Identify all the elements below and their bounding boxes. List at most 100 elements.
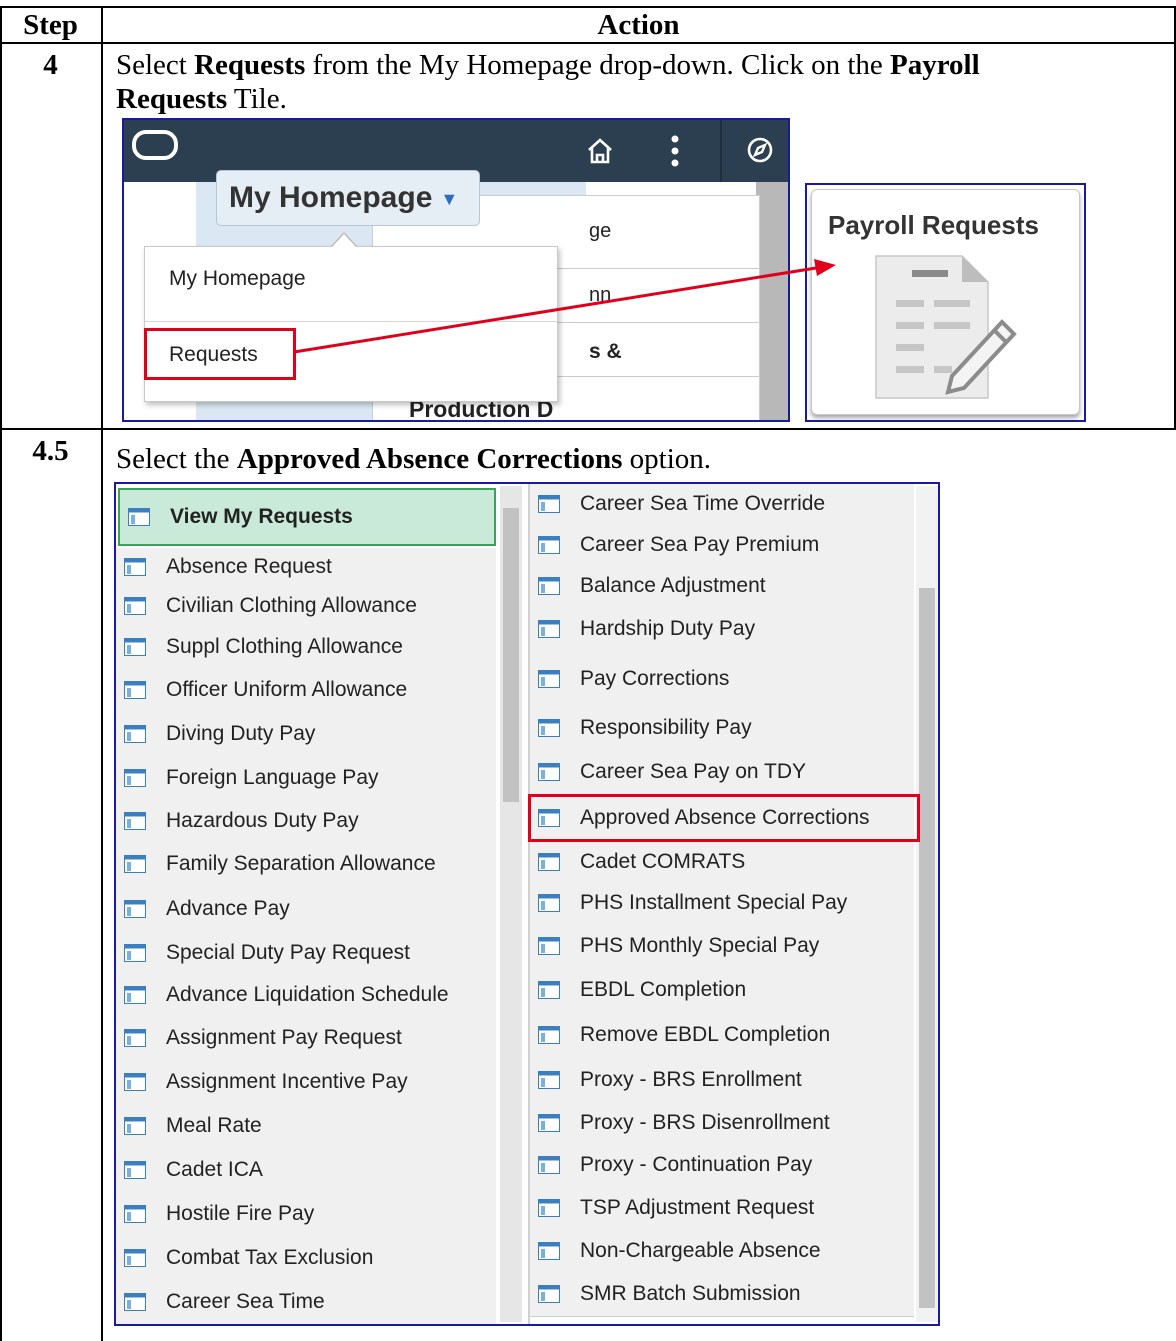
list-item-label: Hardship Duty Pay (580, 617, 756, 640)
list-item[interactable]: Proxy - Continuation Pay (530, 1144, 914, 1187)
page-icon (538, 1114, 560, 1132)
list-item[interactable]: Advance Pay (116, 886, 496, 932)
list-item[interactable]: Non-Chargeable Absence (530, 1230, 914, 1273)
list-item[interactable]: Family Separation Allowance (116, 842, 496, 887)
list-item-label: Cadet ICA (166, 1158, 263, 1181)
list-item-label: PHS Installment Special Pay (580, 891, 848, 914)
left-scrollbar[interactable] (500, 486, 522, 1322)
left-list: View My Requests Absence Request Civilian … (116, 484, 526, 1324)
page-icon (124, 725, 146, 743)
page-icon (538, 577, 560, 595)
page-icon (538, 1199, 560, 1217)
list-item[interactable]: Absence Request (116, 548, 496, 587)
list-item-label: Proxy - Continuation Pay (580, 1153, 813, 1176)
page-icon (124, 1161, 146, 1179)
list-item-label: Career Sea Time Override (580, 492, 826, 515)
list-item[interactable]: SMR Batch Submission (530, 1272, 914, 1317)
list-item-label: Remove EBDL Completion (580, 1023, 831, 1046)
list-item-label: EBDL Completion (580, 978, 747, 1001)
page-icon (538, 670, 560, 688)
list-item[interactable]: Cadet COMRATS (530, 842, 914, 883)
list-item-label: Responsibility Pay (580, 716, 752, 739)
list-item-label: Assignment Pay Request (166, 1026, 402, 1049)
list-item[interactable]: Special Duty Pay Request (116, 931, 496, 975)
list-item-label: Cadet COMRATS (580, 850, 746, 873)
list-item-label: Career Sea Pay Premium (580, 533, 820, 556)
list-item[interactable]: Remove EBDL Completion (530, 1012, 914, 1059)
list-item-label: Advance Liquidation Schedule (166, 983, 449, 1006)
page-icon (124, 900, 146, 918)
right-scrollbar[interactable] (916, 486, 938, 1322)
list-item-label: Diving Duty Pay (166, 722, 316, 745)
list-item-selected[interactable]: View My Requests (118, 488, 496, 546)
page-icon (538, 1071, 560, 1089)
list-item[interactable]: Officer Uniform Allowance (116, 668, 496, 713)
page-icon (538, 536, 560, 554)
list-item[interactable]: Responsibility Pay (530, 706, 914, 751)
page-icon (124, 1073, 146, 1091)
list-item-label: Special Duty Pay Request (166, 941, 410, 964)
list-item[interactable]: Career Sea Pay Premium (530, 524, 914, 567)
list-item[interactable]: Career Sea Time (116, 1280, 496, 1324)
page-icon (124, 1249, 146, 1267)
page-icon (124, 1029, 146, 1047)
left-scrollbar-thumb[interactable] (503, 508, 519, 802)
list-item-label: Balance Adjustment (580, 574, 766, 597)
right-list: Career Sea Time Override Career Sea Pay P… (530, 484, 938, 1324)
list-item[interactable]: Assignment Incentive Pay (116, 1060, 496, 1105)
page-icon (538, 981, 560, 999)
list-item[interactable]: Hostile Fire Pay (116, 1191, 496, 1237)
list-item[interactable]: Hazardous Duty Pay (116, 799, 496, 843)
list-item-label: Career Sea Time (166, 1290, 325, 1313)
page-icon (124, 638, 146, 656)
list-item[interactable]: EBDL Completion (530, 968, 914, 1013)
list-item-label: TSP Adjustment Request (580, 1196, 815, 1219)
list-item[interactable]: PHS Installment Special Pay (530, 882, 914, 925)
page-icon (124, 855, 146, 873)
list-item[interactable]: Proxy - BRS Disenrollment (530, 1102, 914, 1145)
instruction-table: Step Action 4 Select Requests from the M… (0, 0, 1176, 1341)
page-icon (124, 769, 146, 787)
list-item[interactable]: Diving Duty Pay (116, 712, 496, 757)
list-item[interactable]: PHS Monthly Special Pay (530, 924, 914, 969)
list-item[interactable]: Pay Corrections (530, 652, 914, 707)
list-item[interactable]: Suppl Clothing Allowance (116, 625, 496, 669)
payroll-requests-list-screenshot: View My Requests Absence Request Civilian … (114, 482, 940, 1326)
list-item[interactable]: Civilian Clothing Allowance (116, 586, 496, 626)
page-icon (538, 1156, 560, 1174)
list-item-label: Pay Corrections (580, 667, 730, 690)
list-item-label: Officer Uniform Allowance (166, 678, 408, 701)
page-icon (124, 812, 146, 830)
list-item-label: Proxy - BRS Enrollment (580, 1068, 802, 1091)
list-item[interactable]: Assignment Pay Request (116, 1016, 496, 1061)
list-item-label: Assignment Incentive Pay (166, 1070, 408, 1093)
page-icon (538, 1026, 560, 1044)
list-item-label: Hazardous Duty Pay (166, 809, 359, 832)
list-item[interactable]: Hardship Duty Pay (530, 606, 914, 653)
page-icon (124, 597, 146, 615)
list-item[interactable]: Meal Rate (116, 1104, 496, 1149)
list-item[interactable]: Proxy - BRS Enrollment (530, 1058, 914, 1103)
page-icon (538, 495, 560, 513)
list-item-label: Hostile Fire Pay (166, 1202, 315, 1225)
approved-absence-highlight-box (528, 794, 920, 842)
page-icon (538, 853, 560, 871)
list-item-label: Advance Pay (166, 897, 290, 920)
right-scrollbar-thumb[interactable] (919, 588, 935, 1308)
page-icon (538, 937, 560, 955)
page-icon (538, 894, 560, 912)
step-number: 4.5 (32, 435, 69, 467)
page-icon (124, 1293, 146, 1311)
page-icon (124, 681, 146, 699)
list-item-label: Proxy - BRS Disenrollment (580, 1111, 830, 1134)
list-item[interactable]: Balance Adjustment (530, 566, 914, 607)
list-item[interactable]: Combat Tax Exclusion (116, 1236, 496, 1281)
list-item[interactable]: TSP Adjustment Request (530, 1186, 914, 1231)
page-icon (538, 1242, 560, 1260)
list-item[interactable]: Cadet ICA (116, 1148, 496, 1192)
list-item[interactable]: Career Sea Pay on TDY (530, 750, 914, 795)
list-item[interactable]: Advance Liquidation Schedule (116, 974, 496, 1017)
page-icon (124, 944, 146, 962)
list-item[interactable]: Career Sea Time Override (530, 484, 914, 525)
list-item[interactable]: Foreign Language Pay (116, 756, 496, 800)
